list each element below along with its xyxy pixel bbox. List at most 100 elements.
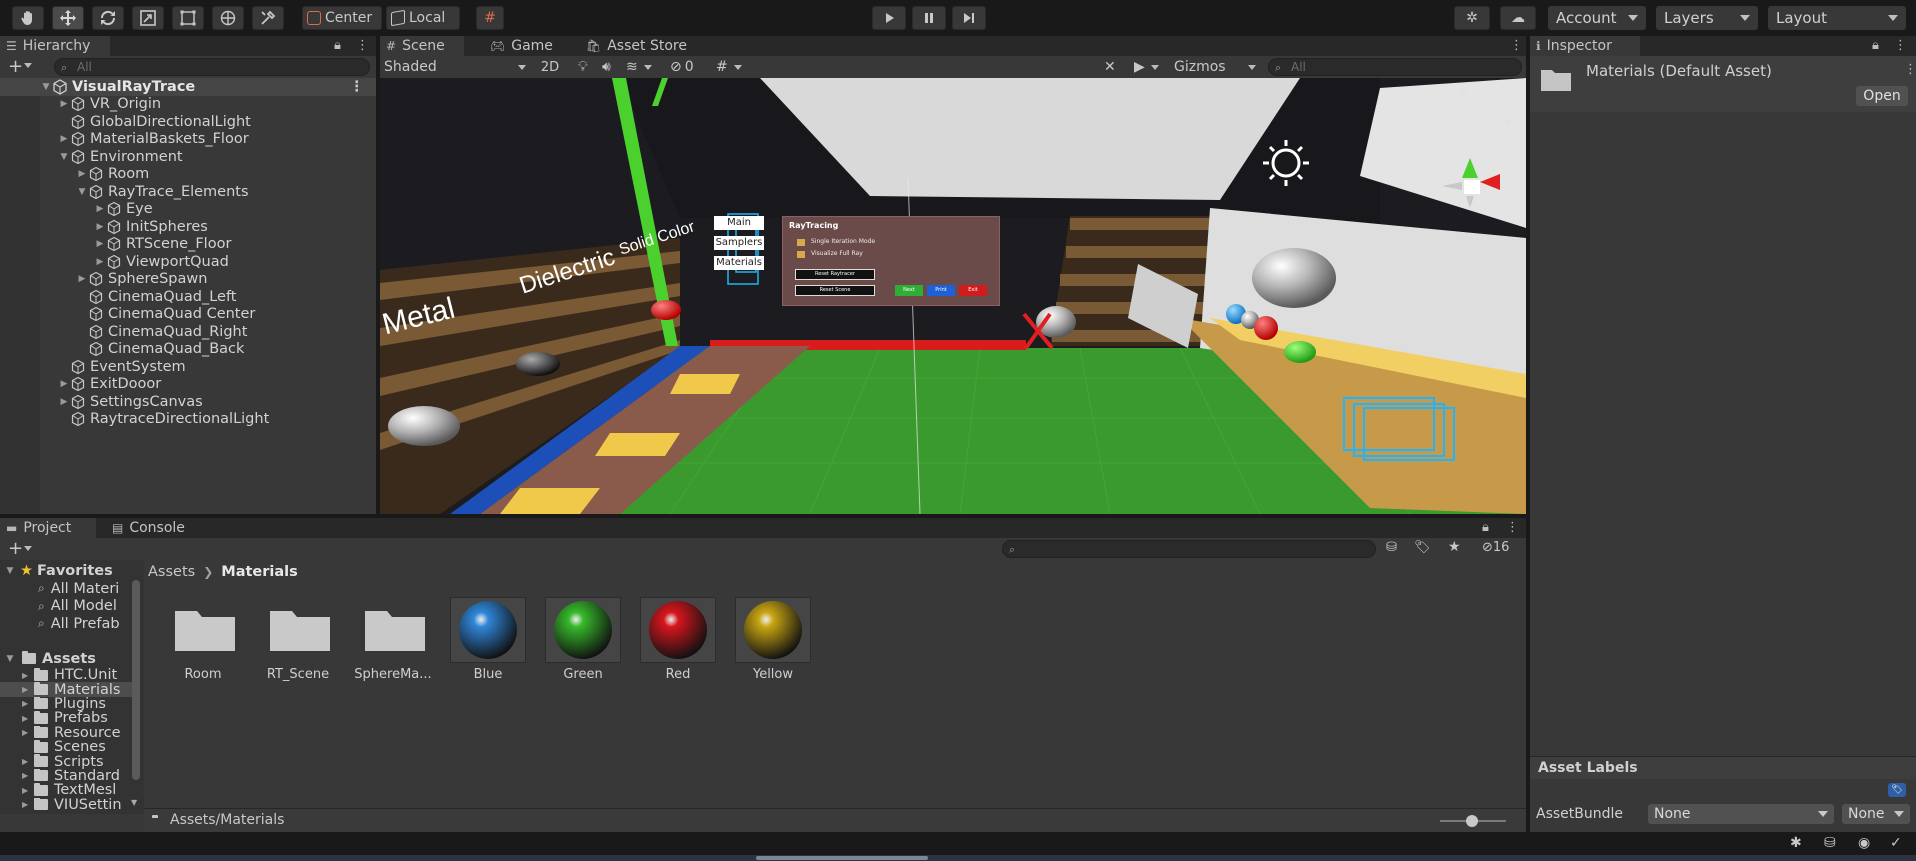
services-button[interactable]: ✲ (1454, 6, 1490, 30)
more-menu-icon[interactable]: ⋮ (1506, 520, 1519, 535)
shading-mode-dropdown[interactable]: Shaded (384, 58, 530, 76)
favorite-item[interactable]: ⌕ All Prefab (0, 615, 140, 633)
pivot-center-button[interactable]: Center (302, 6, 382, 30)
tab-project[interactable]: ▬ Project (0, 518, 96, 538)
scale-tool-button[interactable] (132, 6, 164, 30)
scroll-down-icon[interactable]: ▼ (131, 798, 137, 807)
layout-dropdown[interactable]: Layout (1768, 6, 1906, 30)
breadcrumb-materials[interactable]: Materials (221, 564, 298, 580)
lighting-toggle[interactable]: 💡︎ (578, 58, 598, 76)
filter-by-label-icon[interactable]: 🏷︎ (1414, 540, 1431, 555)
hierarchy-item[interactable]: ▶ Room (0, 166, 376, 184)
scene-search-input[interactable]: ⌕ All (1268, 58, 1522, 76)
scene-viewport[interactable]: Metal Dielectric Solid Color Main Sample… (380, 78, 1526, 514)
collapsed-arrow-icon[interactable]: ▶ (58, 134, 70, 144)
hierarchy-item[interactable]: GlobalDirectionalLight (0, 113, 376, 131)
hierarchy-item[interactable]: CinemaQuad Center (0, 306, 376, 324)
zoom-slider-handle[interactable] (1466, 815, 1478, 827)
expanded-arrow-icon[interactable]: ▼ (58, 152, 70, 162)
more-menu-icon[interactable]: ⋮ (350, 79, 365, 95)
move-tool-button[interactable] (52, 6, 84, 30)
database-icon[interactable]: ⛁ (1824, 835, 1836, 851)
audio-toggle[interactable]: 🔊︎ (602, 58, 622, 76)
chevron-down-icon[interactable] (24, 63, 32, 68)
camera-dropdown[interactable]: ▶︎ (1134, 58, 1168, 76)
asset-material[interactable]: Yellow (733, 597, 813, 682)
eye-icon[interactable]: ◉ (1858, 835, 1870, 851)
hierarchy-search-input[interactable]: ⌕ All (54, 58, 370, 76)
asset-folder-item[interactable]: ▶ VIUSettin (0, 797, 140, 812)
hierarchy-item[interactable]: ▶ RTScene_Floor (0, 236, 376, 254)
hierarchy-item[interactable]: ▶ ViewportQuad (0, 253, 376, 271)
more-menu-icon[interactable]: ⋮ (1510, 38, 1523, 53)
collapsed-arrow-icon[interactable]: ▶ (94, 204, 106, 214)
asset-folder-item[interactable]: ▶ TextMesl (0, 783, 140, 798)
hierarchy-item[interactable]: ▶ Eye (0, 201, 376, 219)
hierarchy-item[interactable]: ▶ InitSpheres (0, 218, 376, 236)
collapsed-arrow-icon[interactable]: ▶ (94, 239, 106, 249)
label-tag-icon[interactable]: 🏷︎ (1888, 783, 1906, 797)
scene-visibility-toggle[interactable]: ⊘ 0 (670, 58, 710, 76)
hierarchy-item[interactable]: ▶ SphereSpawn (0, 271, 376, 289)
chevron-down-icon[interactable] (24, 546, 32, 551)
asset-material[interactable]: Green (543, 597, 623, 682)
asset-folder-item[interactable]: ▶ Scripts (0, 754, 140, 769)
custom-tool-button[interactable] (252, 6, 284, 30)
collapsed-arrow-icon[interactable]: ▶ (22, 728, 34, 737)
hierarchy-item[interactable]: CinemaQuad_Left (0, 288, 376, 306)
effects-dropdown[interactable]: ≋ (626, 58, 658, 76)
tab-game[interactable]: 🎮︎ Game (484, 36, 568, 56)
collapsed-arrow-icon[interactable]: ▶ (22, 685, 34, 694)
step-button[interactable] (952, 6, 986, 30)
tab-asset-store[interactable]: 🛍︎ Asset Store (580, 36, 690, 56)
collapsed-arrow-icon[interactable]: ▶ (22, 699, 34, 708)
collapsed-arrow-icon[interactable]: ▶ (22, 771, 34, 780)
collapsed-arrow-icon[interactable]: ▶ (22, 671, 34, 680)
favorite-item[interactable]: ⌕ All Model (0, 598, 140, 616)
asset-folder[interactable]: SphereMa... (353, 597, 433, 682)
hierarchy-item[interactable]: CinemaQuad_Back (0, 341, 376, 359)
collapsed-arrow-icon[interactable]: ▶ (58, 397, 70, 407)
more-menu-icon[interactable]: ⋮ (1894, 38, 1907, 53)
assetbundle-variant-dropdown[interactable]: None (1842, 804, 1910, 824)
hand-tool-button[interactable] (12, 6, 44, 30)
hierarchy-item[interactable]: ▶ SettingsCanvas (0, 393, 376, 411)
tab-hierarchy[interactable]: ☰ Hierarchy (0, 36, 110, 56)
pivot-local-button[interactable]: Local (386, 6, 460, 30)
open-button[interactable]: Open (1856, 86, 1908, 106)
favorites-header[interactable]: ▼ ★ Favorites (0, 562, 140, 580)
hierarchy-root-row[interactable]: ▼ VisualRayTrace ⋮ (0, 78, 376, 96)
layers-dropdown[interactable]: Layers (1656, 6, 1758, 30)
tab-scene[interactable]: # Scene (380, 36, 464, 56)
add-icon[interactable]: + (8, 538, 23, 559)
expanded-arrow-icon[interactable]: ▼ (76, 187, 88, 197)
assetbundle-dropdown[interactable]: None (1648, 804, 1834, 824)
asset-material[interactable]: Blue (448, 597, 528, 682)
collapsed-arrow-icon[interactable]: ▶ (22, 757, 34, 766)
collapsed-arrow-icon[interactable]: ▶ (76, 274, 88, 284)
tree-scrollbar[interactable] (132, 580, 140, 780)
project-search-input[interactable]: ⌕ (1002, 540, 1376, 558)
collapsed-arrow-icon[interactable]: ▶ (94, 222, 106, 232)
toggle-2d-button[interactable]: 2D (536, 58, 564, 76)
lock-icon[interactable]: 🔒︎ (1872, 38, 1879, 53)
collapsed-arrow-icon[interactable]: ▶ (58, 379, 70, 389)
hierarchy-item[interactable]: ▶ VR_Origin (0, 96, 376, 114)
hidden-packages-toggle[interactable]: ⊘16 (1482, 540, 1509, 555)
collapsed-arrow-icon[interactable]: ▶ (22, 714, 34, 723)
hierarchy-item[interactable]: ▼ Environment (0, 148, 376, 166)
asset-folder-item[interactable]: ▶ Plugins (0, 696, 140, 711)
bug-icon[interactable]: ✱ (1790, 835, 1802, 851)
collapsed-arrow-icon[interactable]: ▶ (94, 257, 106, 267)
gizmos-dropdown[interactable]: Gizmos (1174, 58, 1260, 76)
check-circle-icon[interactable]: ✓ (1890, 835, 1902, 851)
filter-by-type-icon[interactable]: ⛁ (1386, 540, 1397, 555)
rotate-tool-button[interactable] (92, 6, 124, 30)
hierarchy-item[interactable]: ▶ ExitDooor (0, 376, 376, 394)
more-menu-icon[interactable]: ⋮ (356, 38, 369, 53)
asset-folder-item[interactable]: ▶ Resource (0, 725, 140, 740)
more-menu-icon[interactable]: ⋮ (1904, 62, 1916, 77)
tools-toggle[interactable]: ✕ (1104, 58, 1124, 76)
collapsed-arrow-icon[interactable]: ▶ (76, 169, 88, 179)
hierarchy-item[interactable]: ▶ MaterialBaskets_Floor (0, 131, 376, 149)
